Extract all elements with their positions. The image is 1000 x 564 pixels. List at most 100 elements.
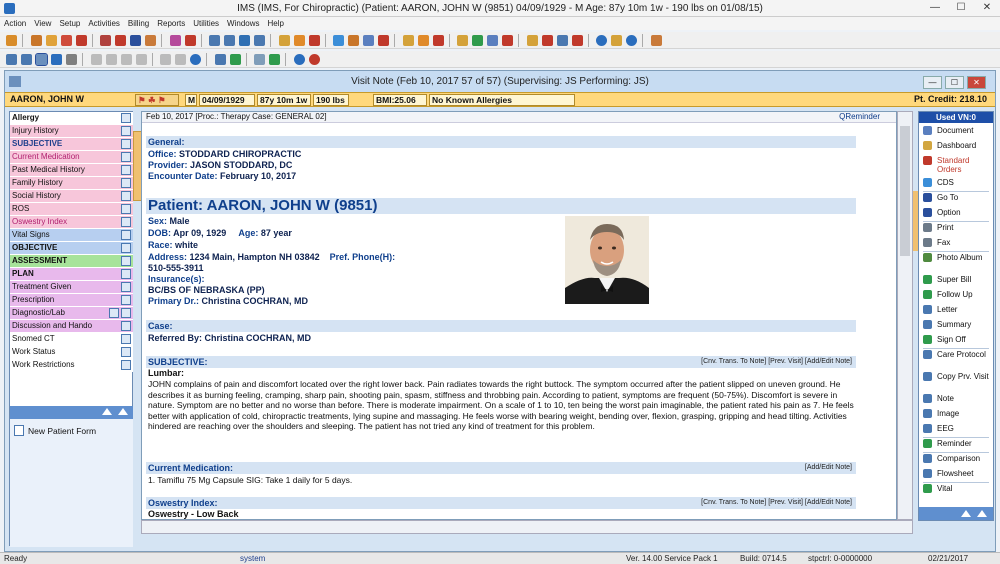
action-item[interactable]: Super Bill: [923, 275, 993, 286]
section-item[interactable]: ASSESSMENT: [10, 255, 133, 268]
user-icon[interactable]: [45, 35, 57, 46]
transfer-icon[interactable]: [541, 35, 553, 46]
scroll-up-icon[interactable]: [977, 510, 987, 517]
section-item[interactable]: Social History: [10, 190, 133, 203]
action-item[interactable]: CDS: [923, 178, 993, 189]
section-item[interactable]: Prescription: [10, 294, 133, 307]
shield-icon[interactable]: [130, 35, 142, 46]
minimize-button[interactable]: —: [922, 1, 948, 15]
action-item[interactable]: EEG: [923, 424, 993, 435]
tag-icon[interactable]: [571, 35, 583, 46]
action-item[interactable]: Sign Off: [923, 335, 993, 346]
export-icon[interactable]: [417, 35, 429, 46]
menu-reports[interactable]: Reports: [153, 17, 189, 30]
edit-note-icon[interactable]: [121, 321, 131, 331]
refresh-icon[interactable]: [526, 35, 538, 46]
section-item[interactable]: OBJECTIVE: [10, 242, 133, 255]
content-vertical-scrollbar[interactable]: [897, 111, 913, 520]
previous-record-icon[interactable]: [105, 54, 117, 65]
action-item[interactable]: Photo Album: [923, 253, 993, 271]
edit-note-icon[interactable]: [121, 126, 131, 136]
edit-note-icon[interactable]: [121, 360, 131, 370]
section-item[interactable]: ROS: [10, 203, 133, 216]
content-horizontal-scrollbar[interactable]: [141, 520, 913, 534]
info-icon[interactable]: [626, 35, 638, 46]
scan-icon[interactable]: [333, 35, 345, 46]
edit-note-icon[interactable]: [121, 334, 131, 344]
action-item[interactable]: Note: [923, 394, 993, 405]
edit-note-icon[interactable]: [121, 282, 131, 292]
lock-icon[interactable]: [611, 35, 623, 46]
section-item[interactable]: Snomed CT: [10, 333, 133, 346]
edit-icon[interactable]: [21, 54, 32, 65]
edit-note-icon[interactable]: [121, 269, 131, 279]
patient-photo[interactable]: [565, 216, 649, 304]
action-item[interactable]: Fax: [923, 238, 993, 249]
flag-icon[interactable]: [75, 35, 87, 46]
edit-note-icon[interactable]: [121, 178, 131, 188]
section-item[interactable]: Vital Signs: [10, 229, 133, 242]
section-item[interactable]: Past Medical History: [10, 164, 133, 177]
menu-utilities[interactable]: Utilities: [189, 17, 223, 30]
tools-icon[interactable]: [254, 35, 266, 46]
section-item[interactable]: Work Restrictions: [10, 359, 133, 372]
edit-note-icon[interactable]: [121, 152, 131, 162]
action-item[interactable]: Go To: [923, 193, 993, 204]
action-item[interactable]: Flowsheet: [923, 469, 993, 480]
edit-note-icon[interactable]: [121, 113, 131, 123]
list-icon[interactable]: [487, 35, 499, 46]
reload-icon[interactable]: [190, 54, 202, 65]
action-item[interactable]: Standard Orders: [923, 156, 993, 174]
edit-note-icon[interactable]: [121, 191, 131, 201]
section-item[interactable]: Oswestry Index: [10, 216, 133, 229]
copy-icon[interactable]: [214, 54, 226, 65]
action-item[interactable]: Option: [923, 208, 993, 219]
action-item[interactable]: Comparison: [923, 454, 993, 465]
edit-note-icon[interactable]: [121, 243, 131, 253]
section-item[interactable]: Current Medication: [10, 151, 133, 164]
email-icon[interactable]: [363, 35, 375, 46]
menu-windows[interactable]: Windows: [223, 17, 263, 30]
paste-icon[interactable]: [229, 54, 241, 65]
action-item[interactable]: Follow Up: [923, 290, 993, 301]
section-item[interactable]: Allergy: [10, 112, 133, 125]
scrollbar-thumb[interactable]: [900, 126, 910, 256]
alert-icon[interactable]: [502, 35, 514, 46]
section-item[interactable]: PLAN: [10, 268, 133, 281]
message-icon[interactable]: [308, 35, 320, 46]
lab-icon[interactable]: [100, 35, 112, 46]
section-item[interactable]: Work Status: [10, 346, 133, 359]
edit-note-icon[interactable]: [121, 139, 131, 149]
menu-help[interactable]: Help: [264, 17, 288, 30]
visit-maximize-button[interactable]: ☐: [945, 76, 964, 89]
sync-icon[interactable]: [556, 35, 568, 46]
inventory-icon[interactable]: [402, 35, 414, 46]
billing-icon[interactable]: [115, 35, 127, 46]
claim-icon[interactable]: [169, 35, 181, 46]
schedule-icon[interactable]: [30, 35, 42, 46]
next-record-icon[interactable]: [120, 54, 132, 65]
menu-activities[interactable]: Activities: [84, 17, 124, 30]
menu-setup[interactable]: Setup: [55, 17, 84, 30]
new-patient-form-link[interactable]: New Patient Form: [28, 426, 96, 436]
scroll-up-icon[interactable]: [118, 408, 128, 415]
action-item[interactable]: Reminder: [923, 439, 993, 450]
last-record-icon[interactable]: [135, 54, 147, 65]
payment-icon[interactable]: [184, 35, 196, 46]
network-icon[interactable]: [239, 35, 251, 46]
scroll-up-icon[interactable]: [961, 510, 971, 517]
help-icon[interactable]: [293, 54, 305, 65]
action-item[interactable]: Image: [923, 409, 993, 420]
chart-icon[interactable]: [60, 35, 72, 46]
fax-icon[interactable]: [348, 35, 360, 46]
close-button[interactable]: ✕: [974, 1, 1000, 15]
patient-icon[interactable]: [6, 35, 17, 46]
folder-icon[interactable]: [278, 35, 290, 46]
medication-links[interactable]: [Add/Edit Note]: [805, 462, 852, 474]
section-item[interactable]: Treatment Given: [10, 281, 133, 294]
edit-note-icon[interactable]: [121, 217, 131, 227]
search-icon[interactable]: [269, 54, 281, 65]
section-item[interactable]: Family History: [10, 177, 133, 190]
gear-icon[interactable]: [224, 35, 236, 46]
action-item[interactable]: Print: [923, 223, 993, 234]
